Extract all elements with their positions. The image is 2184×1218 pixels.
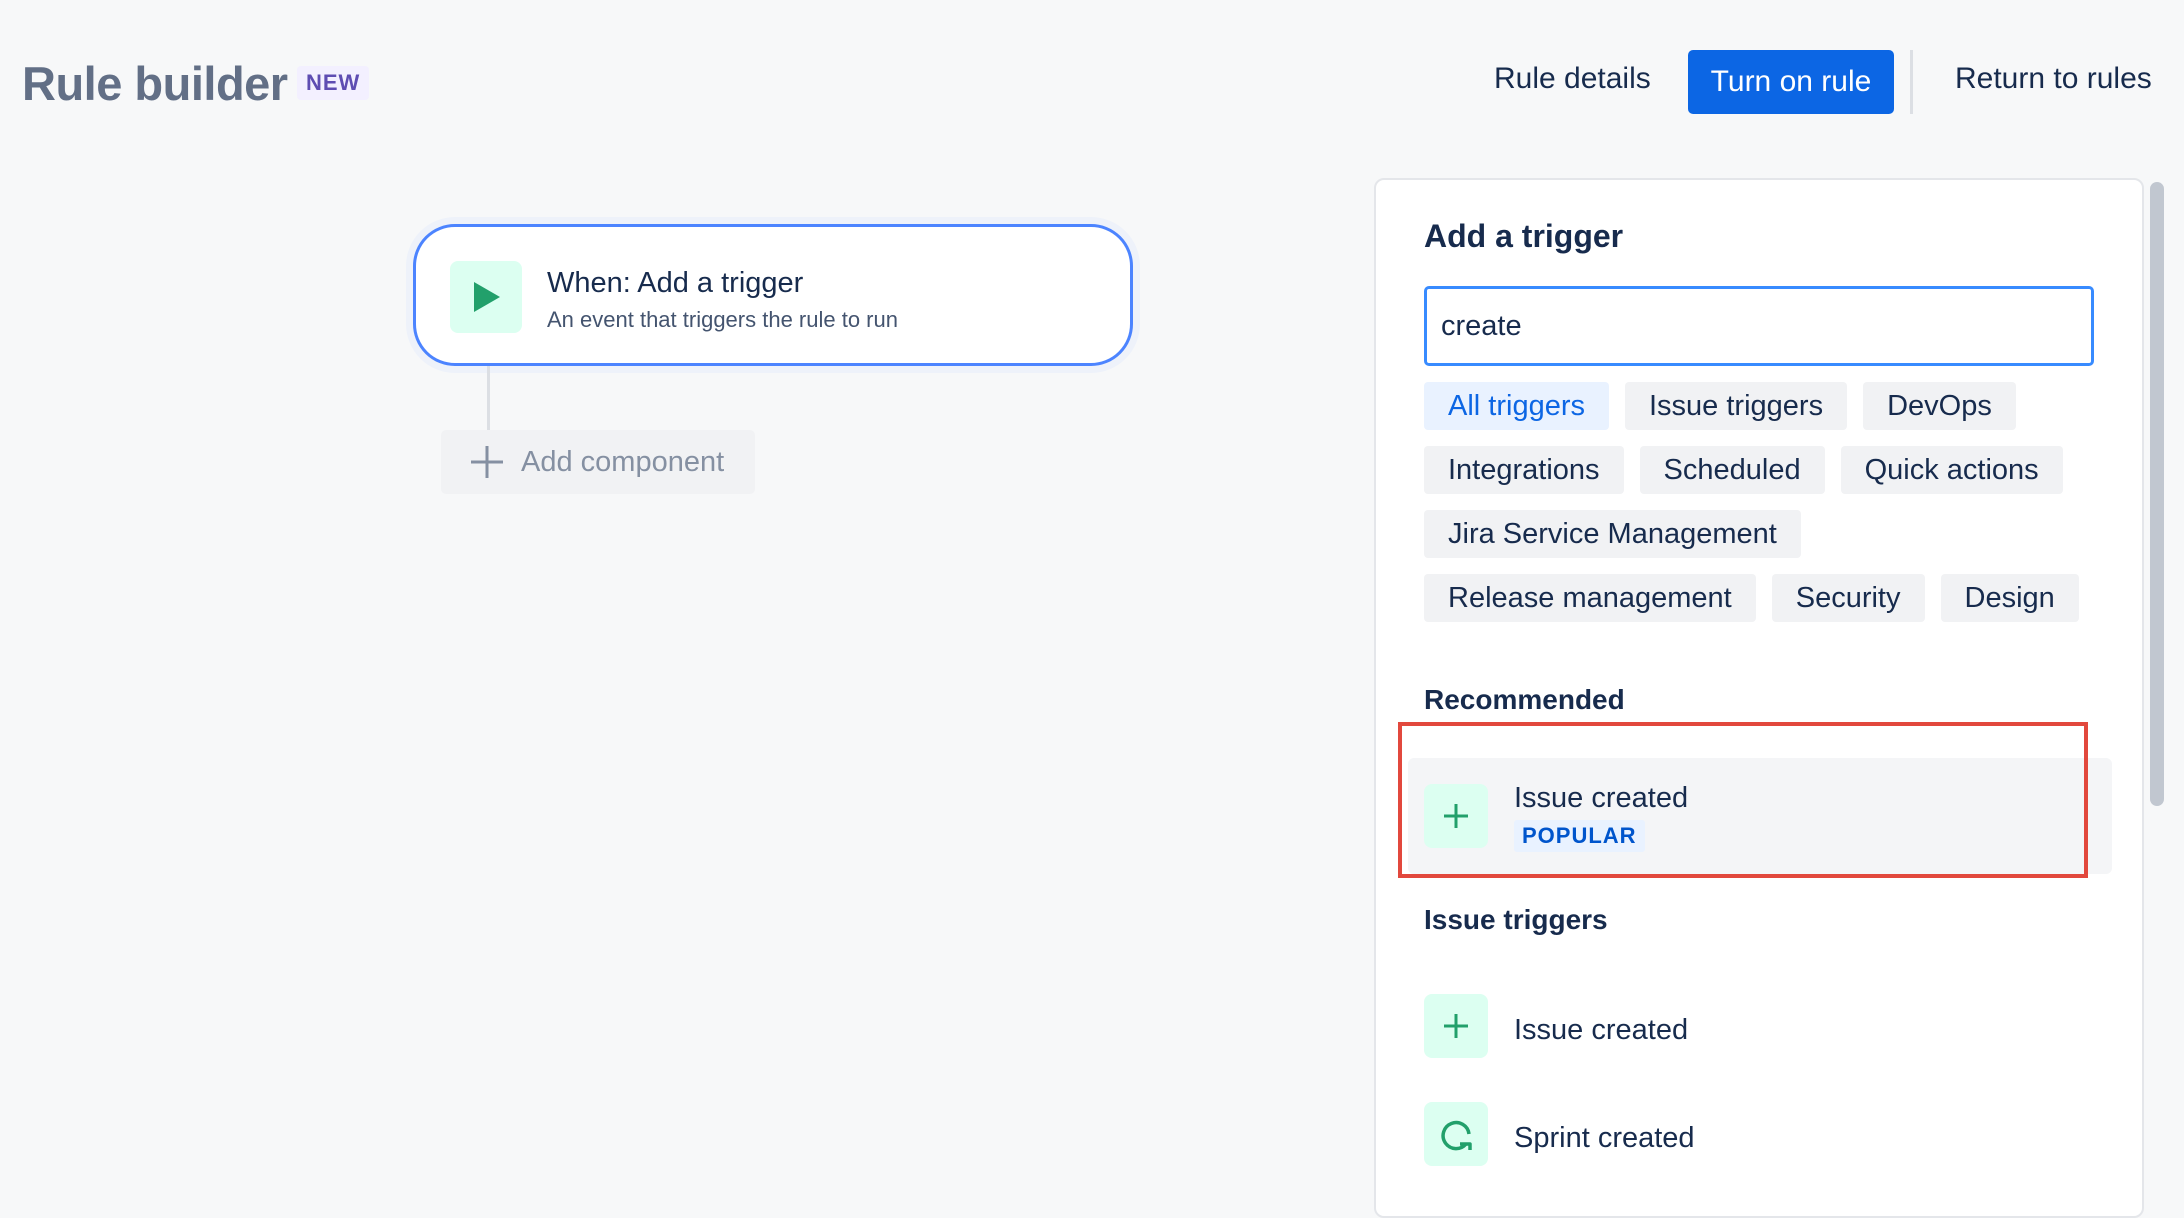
plus-icon bbox=[1424, 994, 1488, 1058]
rule-details-link[interactable]: Rule details bbox=[1494, 62, 1651, 96]
chip-row: All triggers Issue triggers DevOps bbox=[1424, 382, 2124, 430]
play-icon bbox=[450, 261, 522, 333]
issue-triggers-heading: Issue triggers bbox=[1424, 904, 1608, 935]
panel-title: Add a trigger bbox=[1424, 218, 1624, 254]
chip-design[interactable]: Design bbox=[1940, 574, 2079, 622]
recommended-heading: Recommended bbox=[1424, 684, 1625, 715]
chip-scheduled[interactable]: Scheduled bbox=[1639, 446, 1825, 494]
add-component-button[interactable]: Add component bbox=[441, 430, 755, 494]
chip-security[interactable]: Security bbox=[1771, 574, 1925, 622]
trigger-search-input[interactable] bbox=[1424, 286, 2094, 366]
chip-quick-actions[interactable]: Quick actions bbox=[1840, 446, 2063, 494]
chip-jira-service-management[interactable]: Jira Service Management bbox=[1424, 510, 1801, 558]
plus-icon bbox=[469, 444, 505, 480]
chip-row: Integrations Scheduled Quick actions bbox=[1424, 446, 2124, 494]
return-to-rules-link[interactable]: Return to rules bbox=[1955, 62, 2152, 96]
page-title: Rule builder bbox=[22, 57, 288, 110]
add-component-label: Add component bbox=[521, 445, 725, 478]
chip-row: Jira Service Management bbox=[1424, 510, 2124, 558]
chip-issue-triggers[interactable]: Issue triggers bbox=[1625, 382, 1848, 430]
trigger-category-chips: All triggers Issue triggers DevOps Integ… bbox=[1424, 382, 2124, 638]
panel-scrollbar[interactable] bbox=[2150, 182, 2164, 806]
trigger-title: When: Add a trigger bbox=[547, 267, 804, 299]
turn-on-rule-button[interactable]: Turn on rule bbox=[1688, 50, 1894, 114]
connector-line bbox=[487, 366, 490, 432]
sprint-icon bbox=[1424, 1102, 1488, 1166]
header-divider bbox=[1910, 50, 1913, 114]
chip-integrations[interactable]: Integrations bbox=[1424, 446, 1624, 494]
chip-release-management[interactable]: Release management bbox=[1424, 574, 1756, 622]
chip-all-triggers[interactable]: All triggers bbox=[1424, 382, 1609, 430]
new-badge: NEW bbox=[297, 66, 370, 100]
chip-row: Release management Security Design bbox=[1424, 574, 2124, 622]
issue-created-label: Issue created bbox=[1514, 1014, 1689, 1046]
trigger-subtitle: An event that triggers the rule to run bbox=[547, 307, 898, 332]
sprint-created-label: Sprint created bbox=[1514, 1122, 1695, 1154]
highlight-annotation-box bbox=[1398, 722, 2088, 878]
add-trigger-panel: Add a trigger All triggers Issue trigger… bbox=[1374, 178, 2144, 1218]
chip-devops[interactable]: DevOps bbox=[1863, 382, 2016, 430]
trigger-card[interactable]: When: Add a trigger An event that trigge… bbox=[413, 224, 1133, 366]
